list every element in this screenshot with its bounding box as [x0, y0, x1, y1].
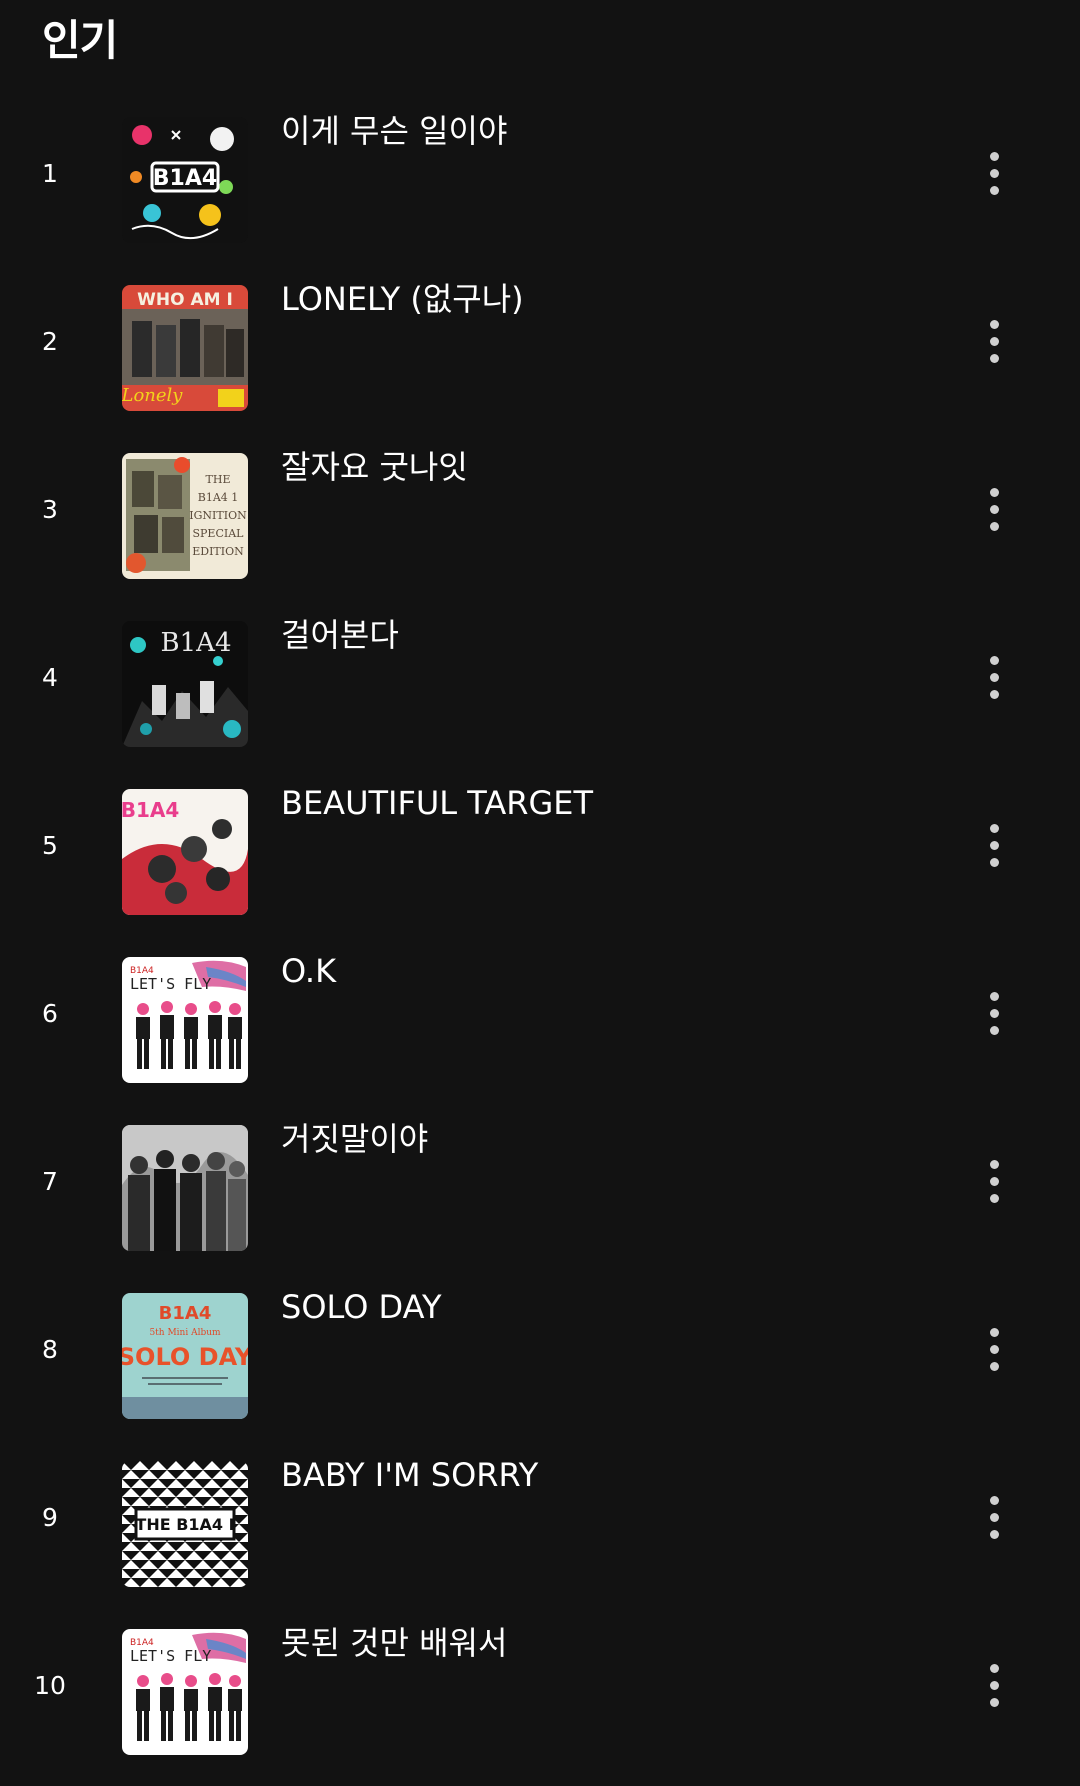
svg-text:B1A4: B1A4 [159, 1303, 212, 1324]
svg-text:EDITION: EDITION [192, 545, 244, 558]
svg-text:Lonely: Lonely [122, 385, 183, 406]
album-art: B1A4 [122, 621, 248, 747]
svg-text:IGNITION: IGNITION [189, 509, 247, 522]
album-art: THE B1A4 1 IGNITION SPECIAL EDITION [122, 453, 248, 579]
track-rank: 8 [42, 1335, 58, 1364]
track-row[interactable]: 1 B1A4 이게 무슨 일이야 [0, 90, 1080, 258]
svg-text:B1A4 1: B1A4 1 [198, 491, 239, 504]
svg-text:B1A4: B1A4 [161, 628, 232, 658]
album-art-in-the-wind-image: B1A4 [122, 621, 248, 747]
svg-text:5th Mini Album: 5th Mini Album [149, 1328, 221, 1338]
more-vertical-icon [990, 488, 999, 497]
track-row[interactable]: 5 B1A4 BEAUTIFUL TARGET [0, 762, 1080, 930]
more-options-button[interactable] [968, 1156, 1020, 1208]
svg-text:SOLO DAY: SOLO DAY [122, 1343, 248, 1371]
svg-text:B1A4: B1A4 [153, 166, 217, 191]
album-art: B1A4 LET'S FLY [122, 957, 248, 1083]
track-rank: 7 [42, 1167, 58, 1196]
track-title: 잘자요 굿나잇 [281, 448, 468, 486]
track-title: BEAUTIFUL TARGET [281, 784, 594, 822]
track-row[interactable]: 6 B1A4 LET'S FLY O.K [0, 930, 1080, 1098]
more-vertical-icon [990, 152, 999, 161]
more-vertical-icon [990, 656, 999, 665]
album-art [122, 1125, 248, 1251]
more-vertical-icon [990, 1160, 999, 1169]
track-rank: 4 [42, 663, 58, 692]
track-rank: 6 [42, 999, 58, 1028]
more-vertical-icon [990, 1328, 999, 1337]
svg-text:THE: THE [206, 473, 231, 486]
track-rank: 9 [42, 1503, 58, 1532]
more-options-button[interactable] [968, 484, 1020, 536]
more-vertical-icon [990, 320, 999, 329]
album-art: B1A4 LET'S FLY [122, 1629, 248, 1755]
svg-text:LET'S FLY: LET'S FLY [130, 975, 211, 993]
track-row[interactable]: 10 B1A4 LET'S FLY 못된 것만 배워서 [0, 1602, 1080, 1770]
track-title: LONELY (없구나) [281, 280, 524, 318]
album-art: B1A4 [122, 117, 248, 243]
track-title: 이게 무슨 일이야 [281, 112, 508, 150]
album-art-solo-day-image: B1A4 5th Mini Album SOLO DAY [122, 1293, 248, 1419]
more-options-button[interactable] [968, 1660, 1020, 1712]
album-art-ignition-pattern-image: THE B1A4 I [122, 1461, 248, 1587]
more-options-button[interactable] [968, 652, 1020, 704]
track-rank: 2 [42, 327, 58, 356]
album-art-lets-fly-image: B1A4 LET'S FLY [122, 1629, 248, 1755]
track-rank: 1 [42, 159, 58, 188]
more-options-button[interactable] [968, 988, 1020, 1040]
svg-text:B1A4: B1A4 [122, 798, 179, 822]
track-title: BABY I'M SORRY [281, 1456, 539, 1494]
more-options-button[interactable] [968, 820, 1020, 872]
more-options-button[interactable] [968, 316, 1020, 368]
track-rank: 3 [42, 495, 58, 524]
track-rank: 10 [34, 1671, 66, 1700]
popular-track-list: 1 B1A4 이게 무슨 일이야 2 WHO AM I Lonely LONEL… [0, 0, 1080, 1786]
album-art-monochrome-image [122, 1125, 248, 1251]
album-art-its-b1a4-image: B1A4 [122, 789, 248, 915]
track-title: 못된 것만 배워서 [281, 1624, 508, 1662]
more-options-button[interactable] [968, 1492, 1020, 1544]
svg-text:THE B1A4 I: THE B1A4 I [135, 1515, 234, 1534]
more-vertical-icon [990, 992, 999, 1001]
more-options-button[interactable] [968, 148, 1020, 200]
album-art: WHO AM I Lonely [122, 285, 248, 411]
more-vertical-icon [990, 824, 999, 833]
svg-text:WHO AM I: WHO AM I [137, 290, 233, 310]
svg-text:SPECIAL: SPECIAL [193, 527, 245, 540]
album-art-doodle-image: B1A4 [122, 117, 248, 243]
track-title: 걸어본다 [281, 616, 399, 654]
more-vertical-icon [990, 1664, 999, 1673]
track-row[interactable]: 2 WHO AM I Lonely LONELY (없구나) [0, 258, 1080, 426]
album-art-ignition-image: THE B1A4 1 IGNITION SPECIAL EDITION [122, 453, 248, 579]
track-rank: 5 [42, 831, 58, 860]
track-row[interactable]: 3 THE B1A4 1 IGNITION SPECIAL EDITION 잘자… [0, 426, 1080, 594]
track-title: 거짓말이야 [281, 1120, 429, 1158]
track-row[interactable]: 8 B1A4 5th Mini Album SOLO DAY SOLO DAY [0, 1266, 1080, 1434]
album-art-who-am-i-image: WHO AM I Lonely [122, 285, 248, 411]
track-row[interactable]: 7 거짓말이야 [0, 1098, 1080, 1266]
more-options-button[interactable] [968, 1324, 1020, 1376]
track-row[interactable]: 4 B1A4 걸어본다 [0, 594, 1080, 762]
album-art: THE B1A4 I [122, 1461, 248, 1587]
track-row[interactable]: 9 THE B1A4 I BABY I'M SORRY [0, 1434, 1080, 1602]
album-art: B1A4 [122, 789, 248, 915]
svg-text:LET'S FLY: LET'S FLY [130, 1647, 211, 1665]
album-art: B1A4 5th Mini Album SOLO DAY [122, 1293, 248, 1419]
track-title: O.K [281, 952, 337, 990]
more-vertical-icon [990, 1496, 999, 1505]
track-title: SOLO DAY [281, 1288, 442, 1326]
album-art-lets-fly-image: B1A4 LET'S FLY [122, 957, 248, 1083]
